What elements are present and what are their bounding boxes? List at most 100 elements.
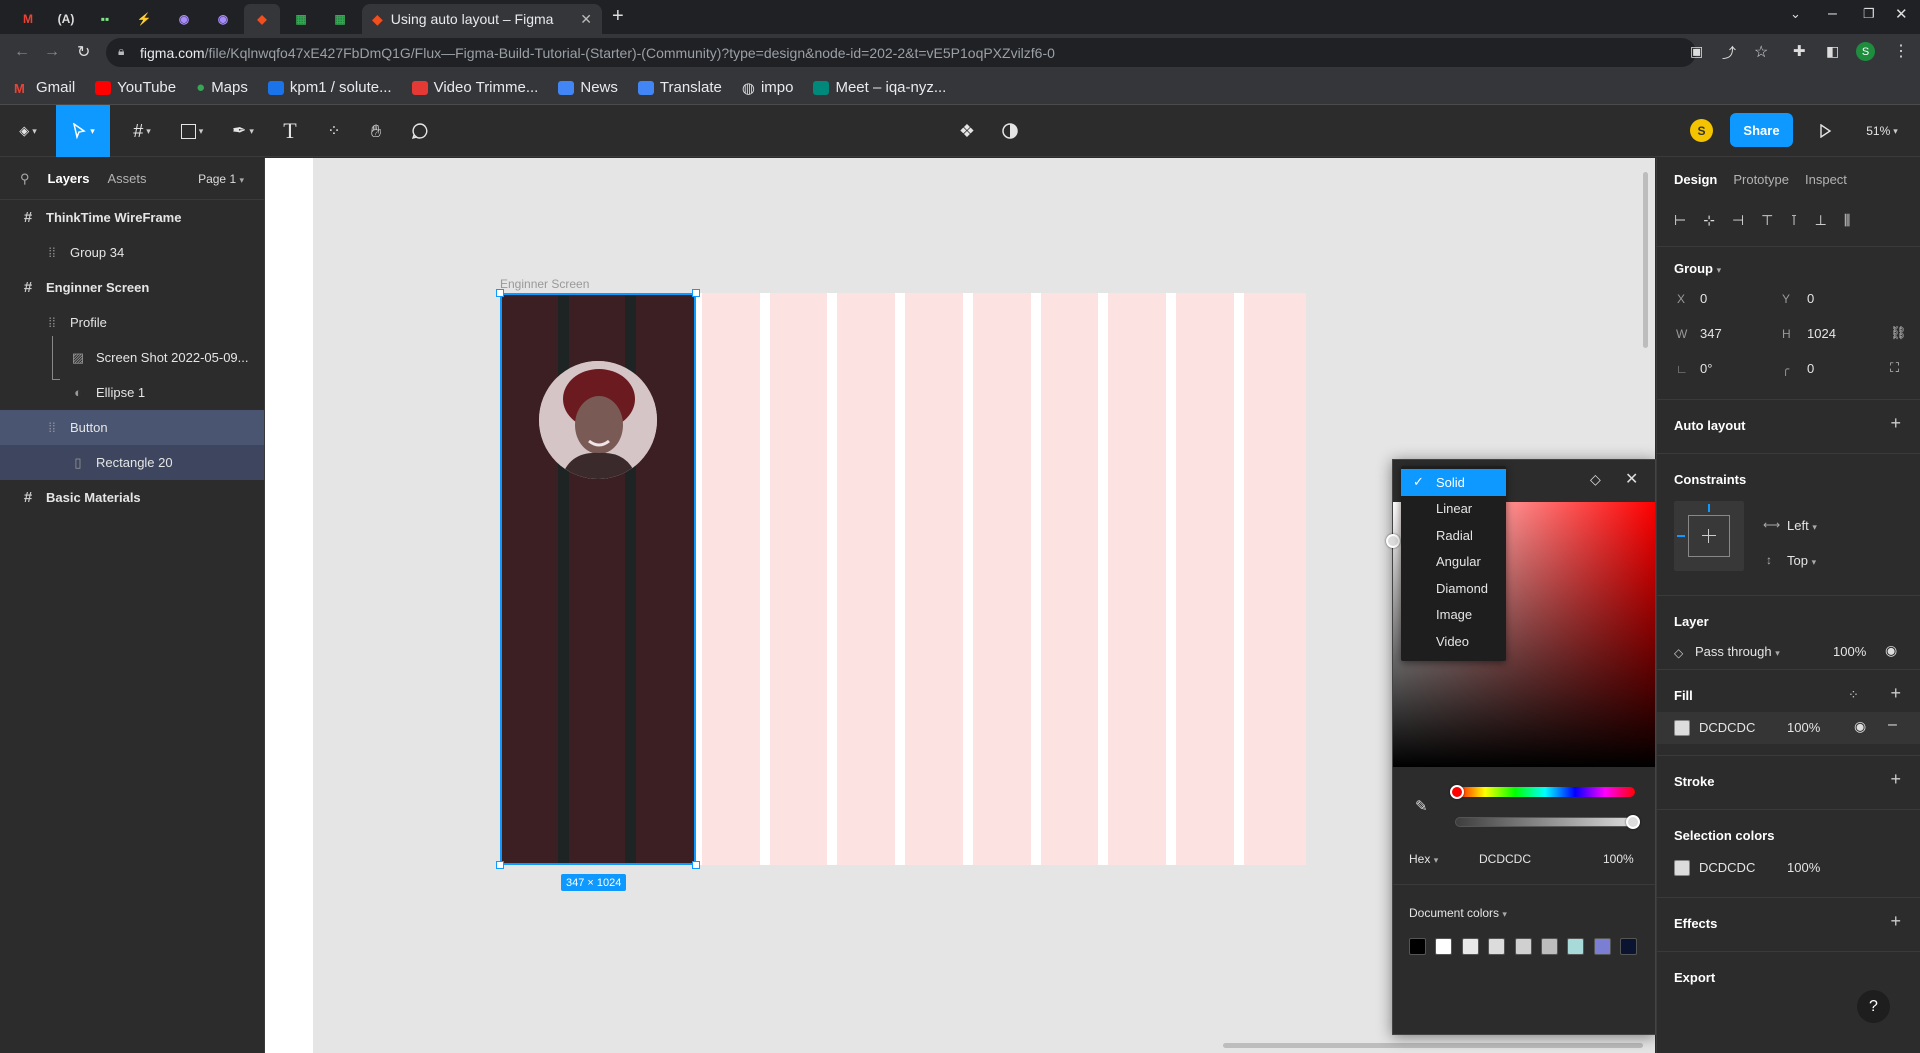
layer-opacity-input[interactable]: 100%	[1833, 644, 1866, 659]
forward-icon[interactable]: →	[44, 43, 60, 61]
side-panel-icon[interactable]: ◧	[1826, 43, 1839, 60]
opacity-slider[interactable]	[1455, 817, 1635, 827]
remove-fill-icon[interactable]: –	[1888, 716, 1897, 734]
doc-color-swatch-0[interactable]	[1409, 938, 1426, 955]
layer-button[interactable]: ⁞⁞ Button	[0, 410, 264, 445]
bookmark-meet[interactable]: Meet – iqa-nyz...	[813, 79, 946, 96]
help-button[interactable]: ?	[1857, 990, 1890, 1023]
bookmark-translate[interactable]: Translate	[637, 79, 722, 96]
layer-enginner-screen[interactable]: # Enginner Screen	[0, 270, 264, 305]
bookmark-kpm1[interactable]: kpm1 / solute...	[267, 79, 392, 96]
align-top-icon[interactable]: ⊤	[1761, 212, 1773, 229]
color-mode-dropdown[interactable]: Hex ▾	[1409, 852, 1438, 866]
back-icon[interactable]: ←	[14, 43, 30, 61]
reload-icon[interactable]: ↻	[77, 42, 90, 62]
bookmark-video-trimmer[interactable]: Video Trimme...	[411, 79, 538, 96]
doc-color-swatch-4[interactable]	[1515, 938, 1532, 955]
tab-5[interactable]: ◉	[166, 6, 202, 32]
bookmark-youtube[interactable]: YouTube	[95, 79, 176, 96]
page-selector[interactable]: Page 1 ▾	[198, 172, 244, 186]
bookmark-news[interactable]: News	[558, 79, 618, 96]
fill-type-angular[interactable]: Angular	[1401, 549, 1506, 576]
extensions-icon[interactable]: ✚	[1793, 42, 1806, 60]
fill-styles-icon[interactable]: ⁘	[1848, 687, 1859, 703]
hand-tool-button[interactable]: ✋︎	[364, 105, 388, 157]
tab-3[interactable]: ▪▪	[87, 6, 123, 32]
profile-photo[interactable]	[539, 361, 657, 479]
fill-type-solid[interactable]: ✓ Solid	[1401, 469, 1506, 496]
bookmark-impo[interactable]: ◍ impo	[742, 79, 794, 97]
layer-thinktime-wireframe[interactable]: # ThinkTime WireFrame	[0, 200, 264, 235]
fill-type-linear[interactable]: Linear	[1401, 496, 1506, 523]
resize-handle-top-right[interactable]	[692, 289, 700, 297]
align-bottom-icon[interactable]: ⊥	[1815, 212, 1827, 229]
comment-tool-button[interactable]	[408, 105, 432, 157]
main-menu-button[interactable]: ◈ ▾	[8, 105, 48, 157]
bookmark-maps[interactable]: ● Maps	[196, 79, 248, 96]
gmail-tab[interactable]: M	[10, 6, 46, 32]
eyedropper-icon[interactable]: ✎	[1415, 797, 1428, 815]
align-center-v-icon[interactable]: ⊺	[1790, 212, 1797, 229]
fill-hex-value[interactable]: DCDCDC	[1699, 720, 1755, 735]
radius-input[interactable]: 0	[1807, 361, 1814, 376]
hue-slider[interactable]	[1455, 787, 1635, 797]
zoom-dropdown[interactable]: 51% ▾	[1860, 105, 1904, 157]
horizontal-constraint-dropdown[interactable]: Left ▾	[1787, 518, 1817, 533]
selection-color-chip[interactable]	[1674, 860, 1690, 876]
document-colors-dropdown[interactable]: Document colors ▾	[1409, 906, 1507, 920]
tab-search-icon[interactable]: ⌄	[1790, 6, 1801, 22]
visibility-eye-icon[interactable]: ◉	[1885, 642, 1897, 659]
doc-color-swatch-1[interactable]	[1435, 938, 1452, 955]
add-effect-icon[interactable]: +	[1890, 911, 1901, 932]
tab-prototype[interactable]: Prototype	[1733, 172, 1789, 187]
tab-inspect[interactable]: Inspect	[1805, 172, 1847, 187]
opacity-slider-thumb[interactable]	[1626, 815, 1640, 829]
fill-type-diamond[interactable]: Diamond	[1401, 575, 1506, 602]
pen-tool-button[interactable]: ✒ ▾	[222, 105, 264, 157]
vertical-constraint-dropdown[interactable]: Top ▾	[1787, 553, 1816, 568]
distribute-icon[interactable]: ⫼	[1844, 212, 1850, 229]
doc-color-swatch-5[interactable]	[1541, 938, 1558, 955]
theme-toggle-button[interactable]	[998, 105, 1022, 157]
layer-screen-shot[interactable]: ▨ Screen Shot 2022-05-09...	[0, 336, 264, 380]
align-center-h-icon[interactable]: ⊹	[1703, 212, 1715, 229]
fill-visibility-eye-icon[interactable]: ◉	[1854, 718, 1866, 735]
frame-tool-button[interactable]: # ▾	[122, 105, 162, 157]
blend-drop-icon[interactable]: ◇	[1590, 471, 1601, 488]
horizontal-scrollbar[interactable]	[1223, 1043, 1643, 1048]
profile-avatar[interactable]: S	[1856, 42, 1875, 61]
hue-slider-thumb[interactable]	[1450, 785, 1464, 799]
shape-tool-button[interactable]: ▾	[172, 105, 212, 157]
tab-2[interactable]: (A)	[48, 6, 84, 32]
layer-group-34[interactable]: ⁞⁞ Group 34	[0, 235, 264, 270]
move-tool-button[interactable]: ▾	[56, 105, 110, 157]
tab-4[interactable]: ⚡	[126, 6, 162, 32]
new-tab-icon[interactable]: +	[612, 5, 624, 28]
fill-row[interactable]: DCDCDC 100% ◉ –	[1657, 712, 1920, 744]
rotation-input[interactable]: 0°	[1700, 361, 1712, 376]
frame-name-label[interactable]: Enginner Screen	[500, 277, 589, 291]
y-input[interactable]: 0	[1807, 291, 1814, 306]
menu-kebab-icon[interactable]: ⋮	[1893, 41, 1909, 61]
tab-active[interactable]: ◆ Using auto layout – Figma ✕	[362, 4, 602, 34]
resources-tool-button[interactable]: ⁘	[322, 105, 346, 157]
x-input[interactable]: 0	[1700, 291, 1707, 306]
independent-corners-icon[interactable]: ⛶	[1890, 360, 1899, 376]
doc-color-swatch-2[interactable]	[1462, 938, 1479, 955]
constraints-widget[interactable]	[1674, 501, 1744, 571]
selection-color-opacity[interactable]: 100%	[1787, 860, 1820, 875]
layer-rectangle-20[interactable]: ▯ Rectangle 20	[0, 445, 264, 480]
bookmark-gmail[interactable]: M Gmail	[14, 79, 75, 96]
group-title[interactable]: Group ▾	[1674, 261, 1721, 276]
fill-type-image[interactable]: Image	[1401, 602, 1506, 629]
components-center-button[interactable]: ❖	[955, 105, 979, 157]
width-input[interactable]: 347	[1700, 326, 1722, 341]
align-left-icon[interactable]: ⊢	[1674, 212, 1686, 229]
share-page-icon[interactable]: ⤴	[1722, 43, 1736, 63]
blend-mode-dropdown[interactable]: Pass through ▾	[1695, 644, 1780, 659]
resize-handle-bottom-left[interactable]	[496, 861, 504, 869]
height-input[interactable]: 1024	[1807, 326, 1836, 341]
resize-handle-top-left[interactable]	[496, 289, 504, 297]
doc-color-swatch-3[interactable]	[1488, 938, 1505, 955]
tab-6[interactable]: ◉	[205, 6, 241, 32]
